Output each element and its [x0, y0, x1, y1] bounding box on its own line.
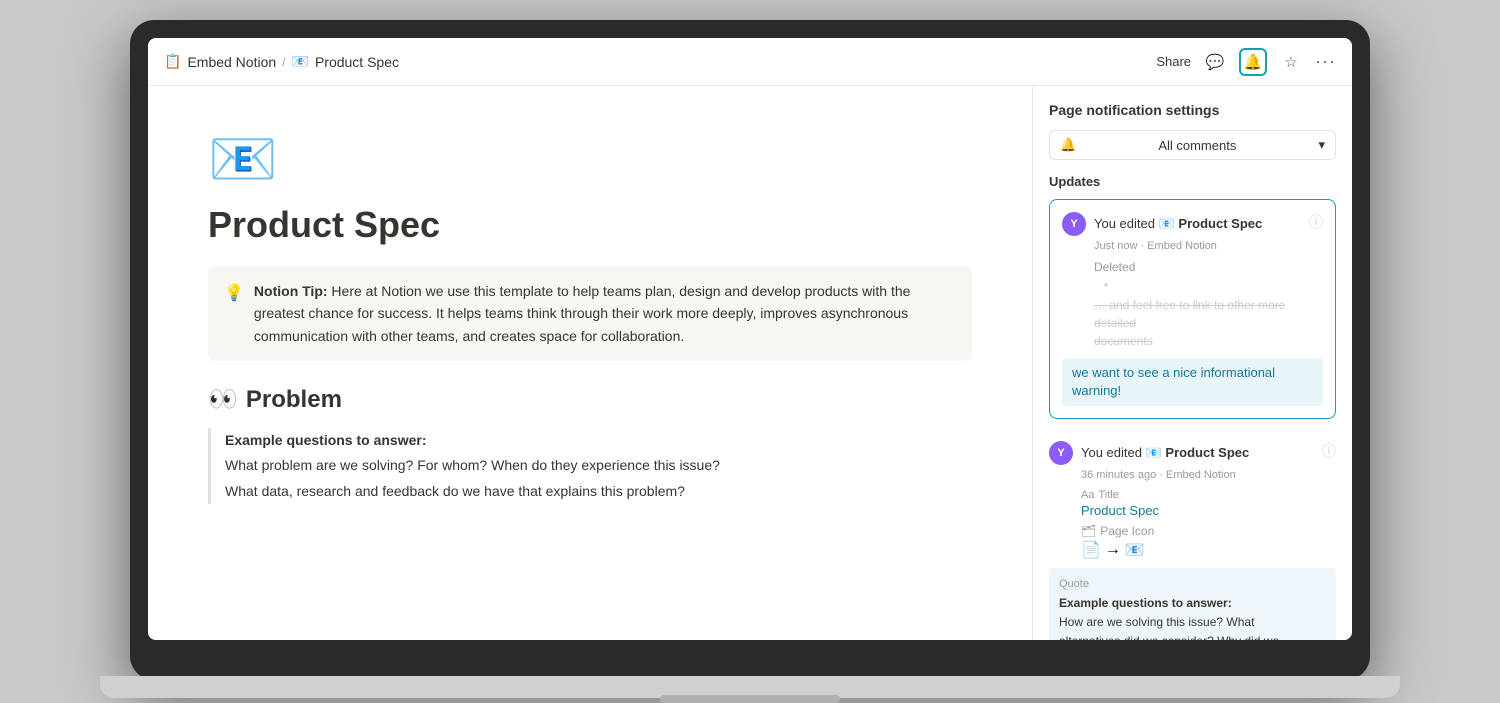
update1-deleted-bullet: • [1104, 278, 1323, 292]
quote-label: Quote [1059, 578, 1326, 590]
problem-emoji: 👀 [208, 385, 238, 414]
update2-action-text: You edited [1081, 445, 1142, 460]
update1-highlight-text: we want to see a nice informational warn… [1072, 365, 1275, 398]
quote-bold: Example questions to answer: [1059, 596, 1232, 610]
comment-icon-btn[interactable]: 💬 [1201, 48, 1229, 76]
page-icon: 📧 [208, 126, 972, 192]
avatar-1: Y [1062, 212, 1086, 236]
update2-field-label: Aa Title [1081, 489, 1336, 501]
update2-page-emoji: 📧 [1146, 445, 1162, 460]
breadcrumb-icon1: 📋 [164, 53, 181, 70]
update2-header: Y You edited 📧 Product Spec ⓘ [1049, 441, 1336, 465]
more-menu-button[interactable]: ··· [1315, 51, 1336, 72]
breadcrumb-text1[interactable]: Embed Notion [187, 54, 276, 70]
quote-line2: alternatives did we consider? Why did we [1059, 634, 1279, 640]
breadcrumb-text2[interactable]: Product Spec [315, 54, 399, 70]
bell-icon-btn[interactable]: 🔔 [1239, 48, 1267, 76]
tip-bold: Notion Tip: [254, 283, 328, 299]
update1-page-name: Product Spec [1178, 216, 1262, 231]
quote-text: Example questions to answer: How are we … [1059, 594, 1326, 640]
update1-user: Y You edited 📧 Product Spec [1062, 212, 1262, 236]
laptop-screen: 📋 Embed Notion / 📧 Product Spec Share 💬 … [148, 38, 1352, 640]
panel-title: Page notification settings [1049, 102, 1336, 118]
problem-callout: Example questions to answer: What proble… [208, 428, 972, 504]
icon-from: 📄 [1081, 540, 1101, 560]
breadcrumb: 📋 Embed Notion / 📧 Product Spec [164, 53, 399, 70]
update2-title-value: Product Spec [1081, 503, 1336, 518]
update2-time: 36 minutes ago [1081, 469, 1156, 481]
update2-info-icon[interactable]: ⓘ [1322, 441, 1336, 461]
tip-text: Here at Notion we use this template to h… [254, 283, 911, 344]
avatar-2: Y [1049, 441, 1073, 465]
update1-workspace: Embed Notion [1147, 240, 1217, 252]
star-icon-btn[interactable]: ☆ [1277, 48, 1305, 76]
select-label: All comments [1158, 138, 1236, 153]
right-panel: Page notification settings 🔔 All comment… [1032, 86, 1352, 640]
laptop-notch [660, 695, 840, 703]
callout-bold: Example questions to answer: [225, 428, 972, 453]
update2-quote-box: Quote Example questions to answer: How a… [1049, 568, 1336, 640]
icon-page-icon: 🗂 [1081, 524, 1096, 538]
update2-action: You edited 📧 Product Spec [1081, 445, 1249, 461]
update2-page-name: Product Spec [1165, 445, 1249, 460]
tip-box: 💡 Notion Tip: Here at Notion we use this… [208, 266, 972, 361]
problem-title-text: Problem [246, 386, 342, 414]
update1-strike-line1: … and feel free to link to other more de… [1094, 298, 1285, 330]
notification-select[interactable]: 🔔 All comments ▾ [1049, 130, 1336, 160]
update1-action-text: You edited [1094, 216, 1155, 231]
update2-workspace: Embed Notion [1166, 469, 1236, 481]
update2-icon-change: 📄 → 📧 [1081, 540, 1336, 560]
update2-sep: · [1159, 469, 1166, 481]
laptop-frame: 📋 Embed Notion / 📧 Product Spec Share 💬 … [130, 20, 1370, 680]
update1-strike-line2: documents [1094, 334, 1153, 348]
callout-line1: What problem are we solving? For whom? W… [225, 453, 972, 478]
icon-label-text: Page Icon [1100, 524, 1154, 538]
update1-time: Just now [1094, 240, 1137, 252]
update1-header: Y You edited 📧 Product Spec ⓘ [1062, 212, 1323, 236]
update1-meta: Just now · Embed Notion [1094, 240, 1323, 252]
tip-icon: 💡 [224, 281, 244, 347]
icon-to: 📧 [1125, 540, 1145, 560]
topbar-actions: Share 💬 🔔 ☆ ··· [1156, 48, 1336, 76]
topbar: 📋 Embed Notion / 📧 Product Spec Share 💬 … [148, 38, 1352, 86]
callout-line2: What data, research and feedback do we h… [225, 479, 972, 504]
update1-highlight: we want to see a nice informational warn… [1062, 358, 1323, 406]
tip-content: Notion Tip: Here at Notion we use this t… [254, 280, 956, 347]
update1-strikethrough: … and feel free to link to other more de… [1094, 296, 1323, 350]
page-title: Product Spec [208, 204, 972, 246]
problem-section-title: 👀 Problem [208, 385, 972, 414]
main-area: 📧 Product Spec 💡 Notion Tip: Here at Not… [148, 86, 1352, 640]
update1-info-icon[interactable]: ⓘ [1309, 212, 1323, 232]
laptop-base [100, 676, 1400, 698]
updates-label: Updates [1049, 174, 1336, 189]
update-card-1: Y You edited 📧 Product Spec ⓘ Just now · [1049, 199, 1336, 419]
update-card-2: Y You edited 📧 Product Spec ⓘ 36 minutes… [1049, 431, 1336, 640]
update2-user: Y You edited 📧 Product Spec [1049, 441, 1249, 465]
update1-page-emoji: 📧 [1159, 216, 1175, 231]
icon-arrow: → [1105, 541, 1121, 559]
bell-small-icon: 🔔 [1060, 137, 1076, 153]
field-label-icon: Aa [1081, 489, 1094, 501]
breadcrumb-separator: / [282, 55, 285, 69]
select-arrow: ▾ [1318, 137, 1325, 153]
share-button[interactable]: Share [1156, 54, 1191, 69]
update2-icon-label: 🗂 Page Icon [1081, 524, 1336, 538]
update1-deleted-label: Deleted [1094, 260, 1323, 274]
update1-action: You edited 📧 Product Spec [1094, 216, 1262, 232]
page-content: 📧 Product Spec 💡 Notion Tip: Here at Not… [148, 86, 1032, 640]
update2-meta: 36 minutes ago · Embed Notion [1081, 469, 1336, 481]
breadcrumb-icon2: 📧 [292, 53, 309, 70]
quote-line1: How are we solving this issue? What [1059, 615, 1254, 629]
field-label-text: Title [1098, 489, 1118, 501]
